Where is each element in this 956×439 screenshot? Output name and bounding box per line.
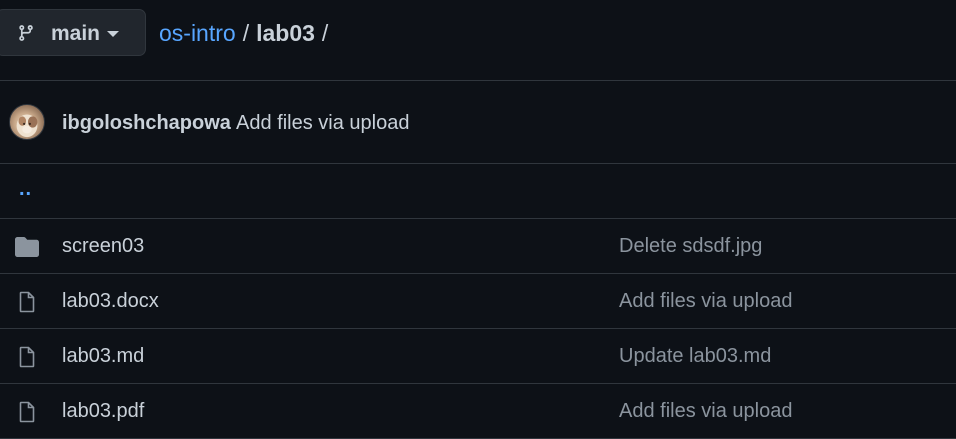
file-commit-link[interactable]: Delete sdsdf.jpg — [619, 235, 762, 258]
parent-directory-row[interactable]: .. — [0, 164, 956, 219]
file-icon — [19, 401, 35, 423]
file-icon — [19, 291, 35, 313]
commit-author-link[interactable]: ibgoloshchapowa — [62, 112, 231, 135]
file-name-link[interactable]: screen03 — [62, 235, 144, 258]
breadcrumb-repo-link[interactable]: os-intro — [159, 20, 236, 47]
parent-directory-link[interactable]: .. — [19, 178, 32, 201]
breadcrumb-trailing-separator: / — [321, 20, 329, 46]
latest-commit-bar: ibgoloshchapowa Add files via upload — [0, 81, 956, 164]
breadcrumb-separator: / — [242, 20, 250, 46]
list-item[interactable]: lab03.pdf Add files via upload — [0, 384, 956, 439]
list-item[interactable]: screen03 Delete sdsdf.jpg — [0, 219, 956, 274]
file-name-link[interactable]: lab03.docx — [62, 290, 159, 313]
commit-message-link[interactable]: Add files via upload — [236, 112, 409, 135]
list-item[interactable]: lab03.md Update lab03.md — [0, 329, 956, 384]
file-commit-link[interactable]: Add files via upload — [619, 400, 792, 423]
file-name-link[interactable]: lab03.pdf — [62, 400, 144, 423]
avatar[interactable] — [9, 104, 45, 140]
folder-icon — [15, 237, 39, 257]
file-name-link[interactable]: lab03.md — [62, 345, 144, 368]
breadcrumb-current-folder: lab03 — [256, 20, 315, 46]
file-commit-link[interactable]: Add files via upload — [619, 290, 792, 313]
repo-header: main os-intro / lab03 / — [0, 0, 956, 81]
file-commit-link[interactable]: Update lab03.md — [619, 345, 771, 368]
breadcrumb: os-intro / lab03 / — [159, 20, 335, 47]
file-icon — [19, 346, 35, 368]
caret-down-icon — [107, 31, 119, 37]
avatar-image — [16, 114, 38, 138]
branch-name: main — [51, 22, 101, 45]
branch-selector-button[interactable]: main — [0, 9, 146, 56]
list-item[interactable]: lab03.docx Add files via upload — [0, 274, 956, 329]
git-branch-icon — [19, 25, 33, 41]
